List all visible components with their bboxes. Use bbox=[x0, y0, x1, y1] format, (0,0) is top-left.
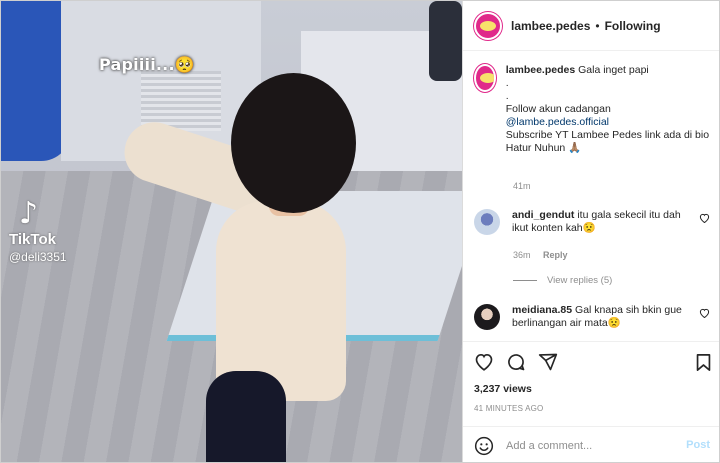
caption-dot-2: . bbox=[505, 90, 509, 102]
view-replies-label: View replies (5) bbox=[547, 275, 613, 286]
comment-body: meidiana.85 Gal knapa sih bkin gue berli… bbox=[512, 304, 692, 330]
tiktok-brand: TikTok bbox=[9, 231, 56, 248]
comment-input[interactable] bbox=[506, 439, 676, 452]
child-pants bbox=[206, 371, 286, 462]
heart-icon[interactable] bbox=[474, 352, 494, 371]
video-player[interactable]: Papiiii...🥺 ♪ TikTok @deli3351 bbox=[1, 1, 462, 462]
caption-dot-1: . bbox=[505, 77, 509, 89]
caption-timestamp: 41m bbox=[513, 181, 531, 191]
child-head bbox=[231, 73, 356, 213]
comment-like-icon[interactable] bbox=[699, 308, 710, 321]
tiktok-handle: @deli3351 bbox=[9, 250, 67, 264]
video-caption: Papiiii...🥺 bbox=[99, 55, 195, 74]
following-button[interactable]: Following bbox=[605, 19, 661, 33]
commenter-avatar[interactable] bbox=[474, 209, 500, 235]
view-count[interactable]: 3,237 views bbox=[474, 383, 532, 395]
caption-username[interactable]: lambee.pedes bbox=[506, 64, 575, 76]
post-panel: lambee.pedes • Following lambee.pedes Ga… bbox=[462, 1, 719, 462]
commenter-avatar[interactable] bbox=[474, 304, 500, 330]
author-avatar[interactable] bbox=[474, 11, 502, 40]
comment-item: andi_gendut itu gala sekecil itu dah iku… bbox=[474, 209, 719, 235]
comment-timestamp: 36m bbox=[513, 250, 531, 260]
reply-button[interactable]: Reply bbox=[543, 250, 568, 260]
post-comment-button[interactable]: Post bbox=[686, 439, 710, 451]
post-header: lambee.pedes • Following bbox=[463, 1, 719, 51]
instagram-post-window: Papiiii...🥺 ♪ TikTok @deli3351 lambee.pe… bbox=[0, 0, 720, 463]
action-bar bbox=[463, 341, 719, 381]
author-username[interactable]: lambee.pedes bbox=[511, 19, 590, 33]
share-icon[interactable] bbox=[538, 352, 558, 372]
comment-body: andi_gendut itu gala sekecil itu dah iku… bbox=[512, 209, 692, 235]
scene-person-leg bbox=[429, 1, 462, 81]
posted-time[interactable]: 41 MINUTES AGO bbox=[474, 404, 543, 413]
comment-meta: 36m Reply bbox=[513, 250, 568, 260]
caption-mention-link[interactable]: @lambe.pedes.official bbox=[506, 116, 714, 129]
post-caption: lambee.pedes Gala inget papi . . Follow … bbox=[474, 64, 714, 155]
header-separator: • bbox=[595, 18, 600, 33]
caption-avatar[interactable] bbox=[474, 64, 496, 92]
view-replies-button[interactable]: View replies (5) bbox=[513, 275, 612, 286]
comment-like-icon[interactable] bbox=[699, 213, 710, 226]
caption-first-line: Gala inget papi bbox=[578, 64, 649, 76]
comment-item: meidiana.85 Gal knapa sih bkin gue berli… bbox=[474, 304, 719, 330]
tiktok-watermark: ♪ TikTok @deli3351 bbox=[9, 196, 67, 265]
caption-follow-line: Follow akun cadangan bbox=[505, 103, 611, 115]
commenter-username[interactable]: andi_gendut bbox=[512, 209, 574, 221]
bookmark-icon[interactable] bbox=[695, 353, 712, 375]
tiktok-logo-icon: ♪ bbox=[19, 196, 39, 231]
comment-icon[interactable] bbox=[506, 352, 526, 372]
caption-subscribe-line: Subscribe YT Lambee Pedes link ada di bi… bbox=[505, 129, 710, 154]
commenter-username[interactable]: meidiana.85 bbox=[512, 304, 572, 316]
replies-divider bbox=[513, 280, 537, 281]
emoji-icon[interactable] bbox=[474, 436, 494, 456]
add-comment-bar: Post bbox=[463, 426, 719, 462]
caption-text: lambee.pedes Gala inget papi . . Follow … bbox=[506, 64, 714, 155]
